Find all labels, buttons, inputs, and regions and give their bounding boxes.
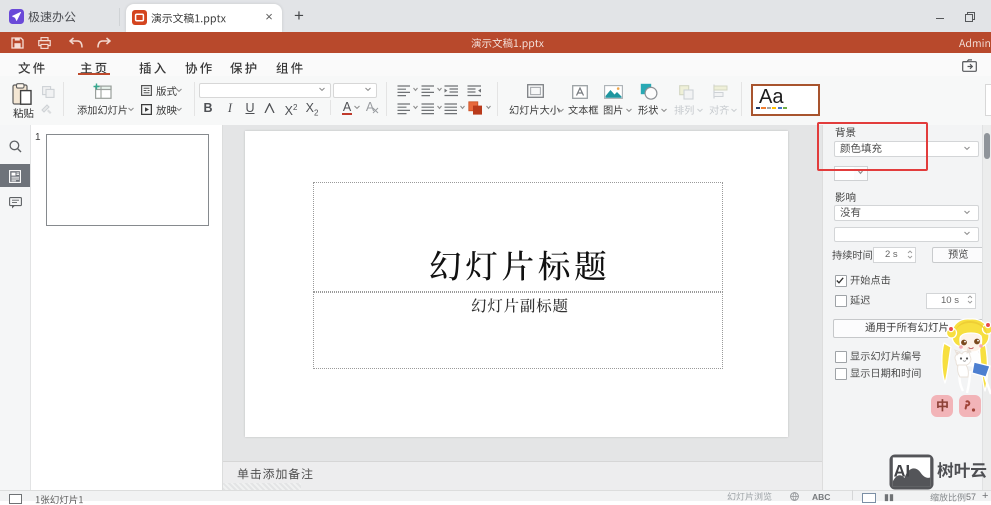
svg-text:AI: AI: [894, 462, 911, 480]
